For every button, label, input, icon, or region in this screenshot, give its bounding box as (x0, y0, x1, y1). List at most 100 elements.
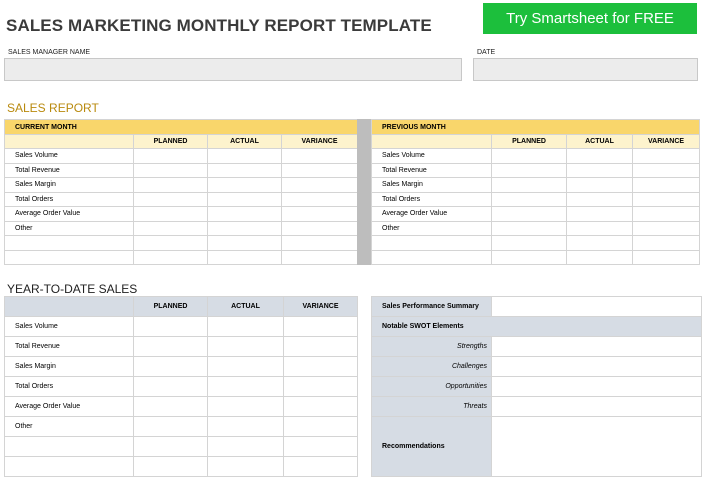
variance-cell[interactable] (280, 191, 359, 207)
previous-month-table: PREVIOUS MONTH PLANNED ACTUAL VARIANCE S… (370, 119, 701, 265)
planned-cell[interactable] (491, 249, 567, 265)
planned-cell[interactable] (133, 177, 208, 193)
planned-cell[interactable] (133, 356, 208, 377)
variance-cell[interactable] (283, 356, 358, 377)
table-row: Sales Volume (4, 148, 359, 164)
table-row: Sales Volume (4, 316, 358, 337)
variance-cell[interactable] (280, 220, 359, 236)
row-label[interactable] (371, 249, 492, 265)
planned-cell[interactable] (491, 206, 567, 222)
actual-cell[interactable] (207, 396, 284, 417)
actual-cell[interactable] (207, 191, 282, 207)
variance-cell[interactable] (280, 235, 359, 251)
actual-cell[interactable] (566, 220, 633, 236)
variance-cell[interactable] (631, 148, 701, 164)
planned-cell[interactable] (133, 148, 208, 164)
variance-cell[interactable] (283, 456, 358, 477)
planned-cell[interactable] (133, 316, 208, 337)
variance-cell[interactable] (280, 148, 359, 164)
planned-cell[interactable] (133, 336, 208, 357)
actual-cell[interactable] (207, 162, 282, 178)
variance-cell[interactable] (283, 416, 358, 437)
date-field[interactable] (473, 58, 698, 81)
actual-cell[interactable] (566, 162, 633, 178)
actual-cell[interactable] (207, 235, 282, 251)
actual-cell[interactable] (207, 148, 282, 164)
variance-cell[interactable] (631, 177, 701, 193)
try-smartsheet-button[interactable]: Try Smartsheet for FREE (483, 3, 697, 34)
swot-threats-field[interactable] (491, 396, 702, 417)
row-label[interactable] (4, 436, 134, 457)
planned-cell[interactable] (133, 396, 208, 417)
recommendations-field[interactable] (491, 416, 702, 477)
table-row (4, 436, 358, 457)
table-row (4, 235, 359, 251)
variance-cell[interactable] (283, 376, 358, 397)
swot-challenges-field[interactable] (491, 356, 702, 377)
planned-cell[interactable] (133, 456, 208, 477)
sales-performance-summary-field[interactable] (491, 296, 702, 317)
current-month-band: CURRENT MONTH (3, 119, 359, 135)
variance-cell[interactable] (631, 206, 701, 222)
planned-cell[interactable] (133, 436, 208, 457)
variance-cell[interactable] (631, 249, 701, 265)
variance-cell[interactable] (280, 206, 359, 222)
actual-cell[interactable] (207, 220, 282, 236)
variance-cell[interactable] (631, 162, 701, 178)
planned-cell[interactable] (133, 191, 208, 207)
row-label[interactable] (4, 249, 134, 265)
actual-cell[interactable] (207, 456, 284, 477)
actual-cell[interactable] (566, 191, 633, 207)
actual-cell[interactable] (207, 316, 284, 337)
planned-cell[interactable] (133, 162, 208, 178)
actual-cell[interactable] (566, 206, 633, 222)
actual-cell[interactable] (566, 249, 633, 265)
row-label: Sales Margin (4, 177, 134, 193)
actual-cell[interactable] (207, 376, 284, 397)
sales-manager-field[interactable] (4, 58, 462, 81)
actual-cell[interactable] (566, 148, 633, 164)
variance-cell[interactable] (280, 249, 359, 265)
variance-cell[interactable] (283, 316, 358, 337)
table-row: Other (371, 220, 701, 236)
variance-cell[interactable] (280, 162, 359, 178)
row-label[interactable] (4, 235, 134, 251)
row-label[interactable] (371, 235, 492, 251)
actual-cell[interactable] (207, 356, 284, 377)
actual-cell[interactable] (566, 177, 633, 193)
planned-cell[interactable] (491, 162, 567, 178)
planned-cell[interactable] (133, 416, 208, 437)
table-row: Total Revenue (371, 162, 701, 178)
variance-cell[interactable] (283, 336, 358, 357)
planned-cell[interactable] (133, 220, 208, 236)
actual-cell[interactable] (207, 206, 282, 222)
variance-cell[interactable] (631, 235, 701, 251)
planned-cell[interactable] (133, 235, 208, 251)
variance-cell[interactable] (280, 177, 359, 193)
previous-month-column-headers: PLANNED ACTUAL VARIANCE (371, 134, 701, 149)
planned-cell[interactable] (133, 376, 208, 397)
planned-cell[interactable] (491, 235, 567, 251)
planned-cell[interactable] (491, 148, 567, 164)
planned-cell[interactable] (133, 206, 208, 222)
actual-cell[interactable] (207, 177, 282, 193)
planned-cell[interactable] (491, 220, 567, 236)
row-label: Total Orders (4, 191, 134, 207)
column-header-variance: VARIANCE (283, 296, 358, 317)
planned-cell[interactable] (491, 177, 567, 193)
actual-cell[interactable] (566, 235, 633, 251)
swot-opportunities-field[interactable] (491, 376, 702, 397)
variance-cell[interactable] (283, 396, 358, 417)
planned-cell[interactable] (491, 191, 567, 207)
row-label[interactable] (4, 456, 134, 477)
actual-cell[interactable] (207, 249, 282, 265)
variance-cell[interactable] (283, 436, 358, 457)
table-row: Sales Margin (4, 356, 358, 377)
variance-cell[interactable] (631, 220, 701, 236)
actual-cell[interactable] (207, 336, 284, 357)
variance-cell[interactable] (631, 191, 701, 207)
planned-cell[interactable] (133, 249, 208, 265)
swot-strengths-field[interactable] (491, 336, 702, 357)
actual-cell[interactable] (207, 436, 284, 457)
actual-cell[interactable] (207, 416, 284, 437)
